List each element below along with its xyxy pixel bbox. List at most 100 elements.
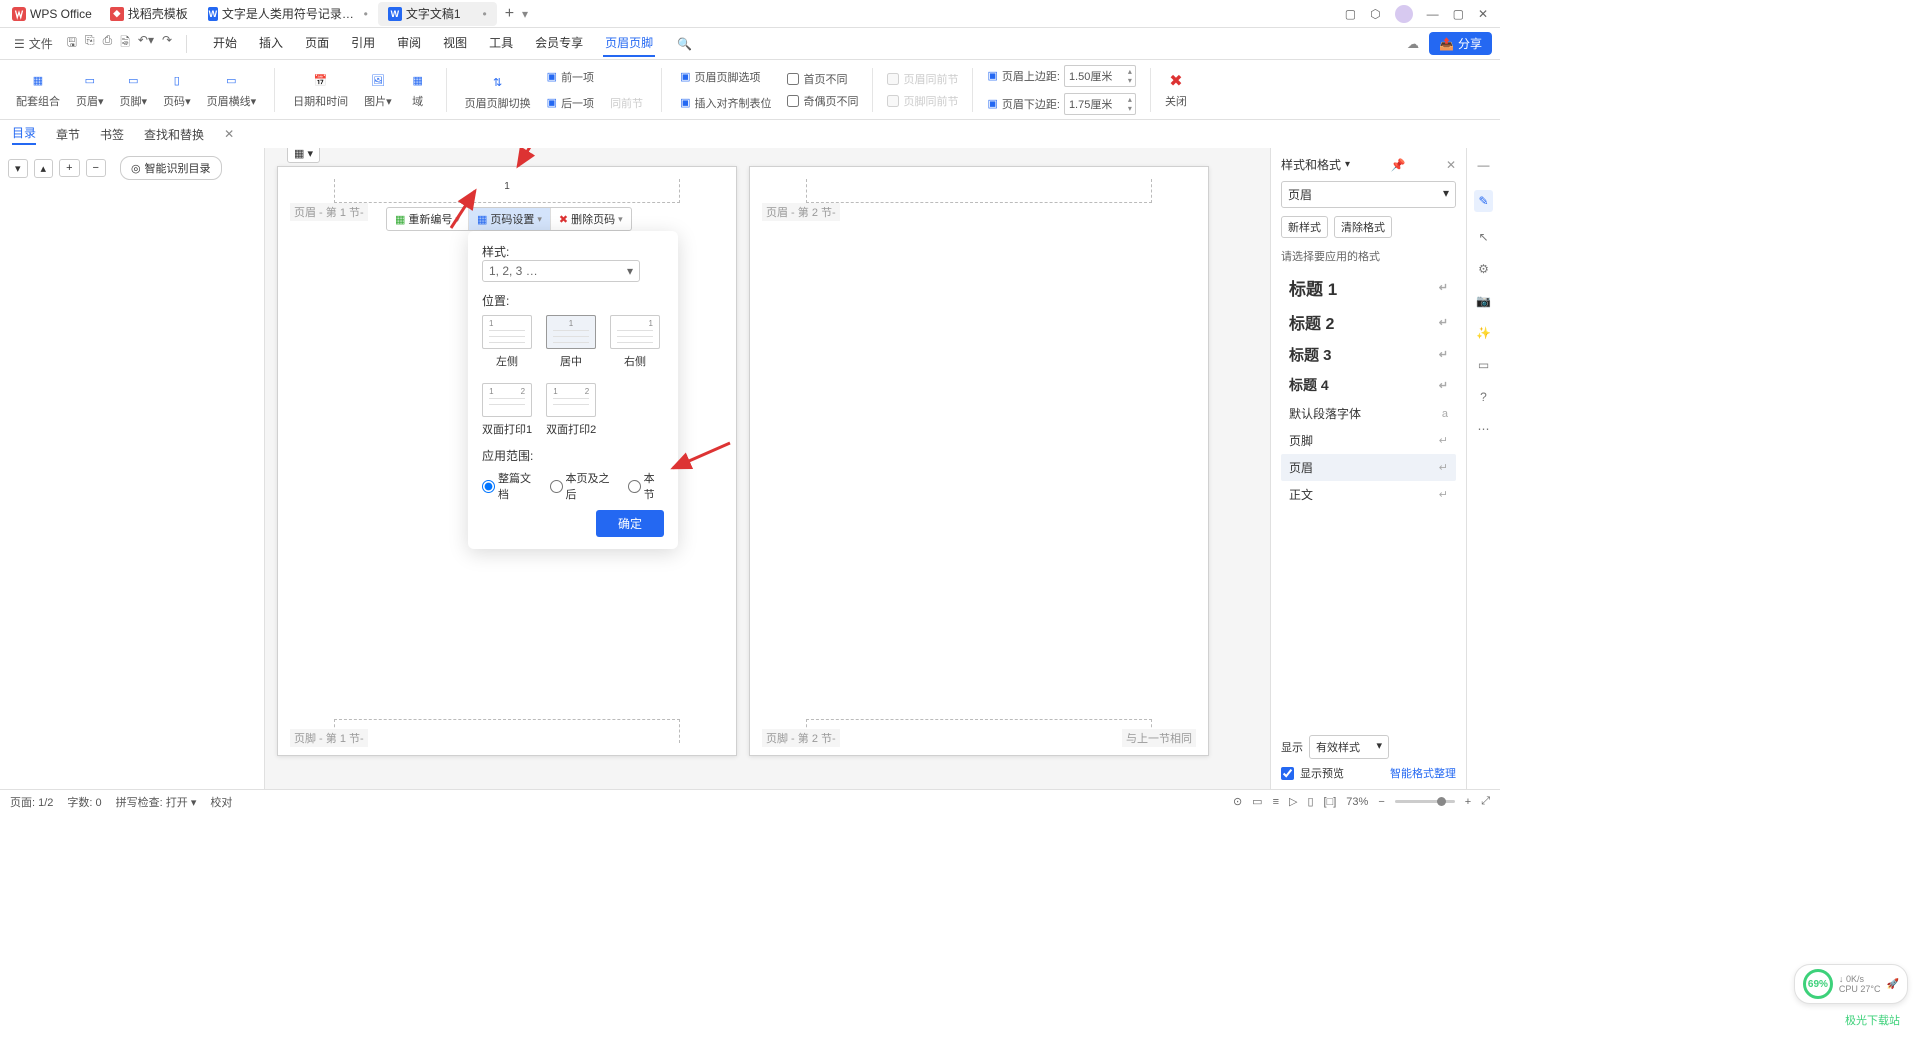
fullscreen-icon[interactable]: ⤢	[1481, 795, 1490, 808]
library-icon[interactable]: ▭	[1478, 358, 1489, 372]
style-default[interactable]: 默认段落字体a	[1281, 400, 1456, 427]
pagenum-settings-button[interactable]: ▦页码设置▾	[469, 208, 551, 230]
picture-button[interactable]: 🖼图片▾	[360, 69, 396, 111]
style-h2[interactable]: 标题 2↵	[1281, 305, 1456, 339]
close-panel-icon[interactable]: ✕	[1446, 158, 1456, 172]
print-preview-icon[interactable]: 🗟	[120, 33, 130, 54]
zoom-slider[interactable]	[1395, 800, 1455, 803]
redo-icon[interactable]: ↷	[162, 33, 172, 54]
share-button[interactable]: 📤 分享	[1429, 32, 1492, 55]
word-count[interactable]: 字数: 0	[67, 794, 101, 810]
style-body[interactable]: 正文↵	[1281, 481, 1456, 508]
view-print-icon[interactable]: ▯	[1307, 795, 1313, 808]
tab-insert[interactable]: 插入	[257, 30, 285, 57]
nav-bookmark[interactable]: 书签	[100, 126, 124, 143]
pencil-icon[interactable]: ✎	[1474, 190, 1492, 212]
add-btn[interactable]: +	[59, 159, 79, 177]
new-style-button[interactable]: 新样式	[1281, 216, 1328, 238]
chk-hdr-same[interactable]: 页眉同前节	[887, 71, 958, 87]
delete-pagenum-button[interactable]: ✖删除页码▾	[551, 208, 631, 230]
chevron-down-icon[interactable]: ▾	[1345, 159, 1350, 170]
page2-header[interactable]	[806, 179, 1152, 203]
scope-this-page[interactable]: 本页及之后	[550, 470, 618, 502]
tab-dropdown[interactable]: ▾	[522, 7, 528, 21]
panel-icon[interactable]: ▢	[1345, 7, 1356, 21]
preview-checkbox[interactable]	[1281, 767, 1294, 780]
pos-right[interactable]: 1右侧	[610, 315, 660, 369]
style-h3[interactable]: 标题 3↵	[1281, 339, 1456, 370]
align-tab-button[interactable]: ▣插入对齐制表位	[676, 93, 775, 113]
hdr-top-input[interactable]: 1.50厘米 ▴▾	[1064, 65, 1136, 87]
style-header[interactable]: 页眉↵	[1281, 454, 1456, 481]
field-button[interactable]: ▦域	[404, 69, 432, 111]
tab-page[interactable]: 页面	[303, 30, 331, 57]
minimize-icon[interactable]: —	[1427, 7, 1439, 21]
print-icon[interactable]: ⎙	[103, 33, 113, 54]
current-style-select[interactable]: 页眉▾	[1281, 181, 1456, 208]
pagenum-button[interactable]: ▯页码▾	[159, 69, 195, 111]
tab-review[interactable]: 审阅	[395, 30, 423, 57]
ok-button[interactable]: 确定	[596, 510, 664, 537]
combo-button[interactable]: ▦配套组合	[12, 69, 64, 111]
close-icon[interactable]: ✕	[1478, 7, 1488, 21]
undo-icon[interactable]: ↶▾	[138, 33, 154, 54]
tab-doc1[interactable]: W 文字是人类用符号记录表达信息以… •	[198, 2, 378, 26]
camera-icon[interactable]: 📷	[1476, 294, 1491, 308]
close-hf-button[interactable]: ✖ 关闭	[1165, 71, 1187, 109]
header-line-button[interactable]: ▭页眉横线▾	[203, 69, 261, 111]
tab-templates[interactable]: ◆ 找稻壳模板	[100, 2, 198, 26]
tab-reference[interactable]: 引用	[349, 30, 377, 57]
file-menu[interactable]: ☰ 文件	[8, 31, 59, 56]
zoom-out-icon[interactable]: −	[1378, 796, 1384, 808]
perf-widget[interactable]: 69% ↓ 0K/s CPU 27°C 🚀	[1794, 964, 1908, 1004]
switch-hf-button[interactable]: ⇅页眉页脚切换	[461, 71, 535, 113]
cursor-icon[interactable]: ↖	[1478, 230, 1488, 244]
tab-doc2[interactable]: W 文字文稿1 •	[378, 2, 497, 26]
tab-member[interactable]: 会员专享	[533, 30, 585, 57]
hdr-bot-input[interactable]: 1.75厘米 ▴▾	[1064, 93, 1136, 115]
show-select[interactable]: 有效样式▾	[1309, 735, 1389, 759]
header-button[interactable]: ▭页眉▾	[72, 69, 108, 111]
view-read-icon[interactable]: ▭	[1252, 795, 1262, 808]
smart-format-link[interactable]: 智能格式整理	[1390, 765, 1456, 781]
style-h4[interactable]: 标题 4↵	[1281, 370, 1456, 400]
nav-close-icon[interactable]: ✕	[224, 127, 234, 141]
page-status[interactable]: 页面: 1/2	[10, 794, 53, 810]
search-icon[interactable]: 🔍	[677, 37, 692, 51]
page2-footer[interactable]	[806, 719, 1152, 743]
header-layout-button[interactable]: ▦ ▾	[287, 148, 320, 163]
page1-footer[interactable]	[334, 719, 680, 743]
view-outline-icon[interactable]: ≡	[1273, 796, 1279, 808]
style-footer[interactable]: 页脚↵	[1281, 427, 1456, 454]
settings-icon[interactable]: ⚙	[1478, 262, 1489, 276]
hf-options-button[interactable]: ▣页眉页脚选项	[676, 67, 775, 87]
prev-button[interactable]: ▣前一项	[543, 67, 598, 87]
clear-format-button[interactable]: 清除格式	[1334, 216, 1392, 238]
view-web-icon[interactable]: ▷	[1289, 795, 1297, 808]
proofread-status[interactable]: 校对	[210, 794, 232, 810]
chk-ftr-same[interactable]: 页脚同前节	[887, 93, 958, 109]
chk-first-diff[interactable]: 首页不同	[787, 71, 858, 87]
datetime-button[interactable]: 📅日期和时间	[289, 69, 352, 111]
chk-oddeven-diff[interactable]: 奇偶页不同	[787, 93, 858, 109]
pos-duplex2[interactable]: 12双面打印2	[546, 383, 596, 437]
more-icon[interactable]: ⋯	[1478, 422, 1490, 436]
next-button[interactable]: ▣后一项	[543, 93, 598, 113]
menu-toggle-icon[interactable]: —	[1478, 158, 1490, 172]
zoom-in-icon[interactable]: +	[1465, 796, 1471, 808]
avatar-icon[interactable]	[1395, 5, 1413, 23]
pos-left[interactable]: 1左侧	[482, 315, 532, 369]
pos-duplex1[interactable]: 12双面打印1	[482, 383, 532, 437]
document-area[interactable]: ▦ ▾ 1 页眉 - 第 1 节- 页脚 - 第 1 节- ▦重新编号▾ ▦页码…	[265, 148, 1270, 789]
pos-center[interactable]: 1居中	[546, 315, 596, 369]
style-h1[interactable]: 标题 1↵	[1281, 270, 1456, 305]
fit-icon[interactable]: [□]	[1324, 796, 1337, 808]
renumber-button[interactable]: ▦重新编号▾	[387, 208, 469, 230]
maximize-icon[interactable]: ▢	[1453, 7, 1464, 21]
nav-toc[interactable]: 目录	[12, 124, 36, 145]
view-focus-icon[interactable]: ⊙	[1233, 795, 1242, 808]
style-select[interactable]: 1, 2, 3 …▾	[482, 260, 640, 282]
remove-btn[interactable]: −	[86, 159, 106, 177]
tab-header-footer[interactable]: 页眉页脚	[603, 30, 655, 57]
spellcheck-status[interactable]: 拼写检查: 打开 ▾	[116, 794, 197, 810]
